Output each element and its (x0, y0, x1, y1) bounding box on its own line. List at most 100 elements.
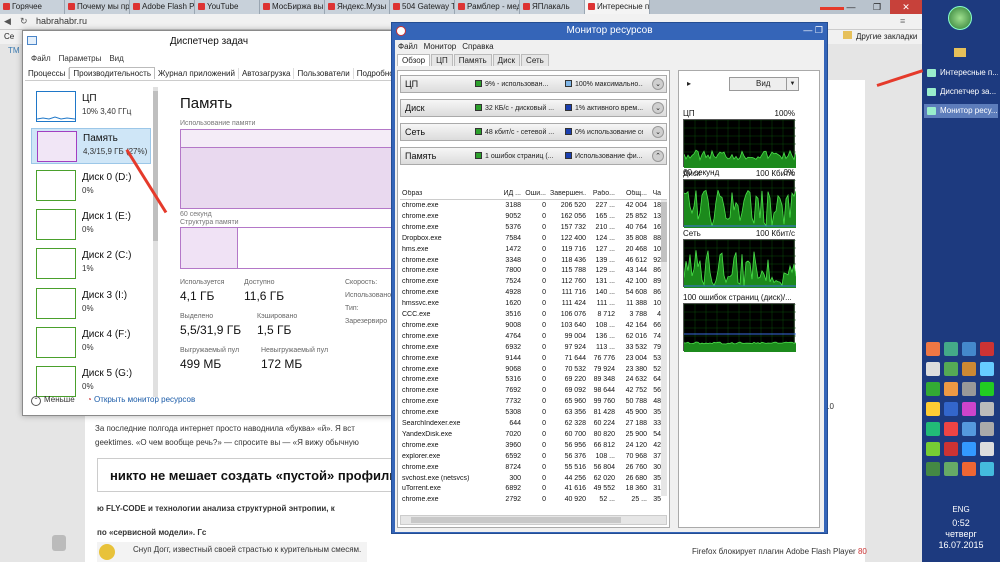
chevron-icon[interactable]: ⌃ (652, 150, 664, 162)
rm-section-header[interactable]: Память 1 ошибок страниц (... Использование… (400, 147, 667, 165)
tray-icon[interactable] (926, 462, 940, 476)
tray-icon[interactable] (926, 422, 940, 436)
rm-tab-1[interactable]: ЦП (431, 54, 453, 66)
browser-tab[interactable]: Интересные п (585, 0, 650, 14)
tray-icon[interactable] (962, 342, 976, 356)
browser-tab[interactable]: Почему мы пр (65, 0, 130, 14)
tray-icon[interactable] (926, 342, 940, 356)
table-row[interactable]: chrome.exe 8724 0 55 516 56 804 26 760 30 (400, 463, 661, 473)
tray-icon[interactable] (962, 362, 976, 376)
table-row[interactable]: chrome.exe 5316 0 69 220 89 348 24 632 64 (400, 375, 661, 385)
browser-tab[interactable]: МосБиржа вы (260, 0, 325, 14)
table-row[interactable]: CCC.exe 3516 0 106 076 8 712 3 788 4 (400, 310, 661, 320)
tray-icon[interactable] (962, 442, 976, 456)
table-row[interactable]: SearchIndexer.exe 644 0 62 328 60 224 27 188 3… (400, 419, 661, 429)
sidebar-note[interactable]: Firefox блокирует плагин Adobe Flash Pla… (692, 547, 867, 556)
perf-tile[interactable]: Диск 4 (F:) 0% (31, 325, 151, 361)
menu-view[interactable]: Вид (109, 54, 123, 63)
tray-icon[interactable] (980, 382, 994, 396)
rm-menu-help[interactable]: Справка (462, 42, 493, 51)
table-row[interactable]: chrome.exe 3348 0 118 436 139 ... 46 612 92 (400, 256, 661, 266)
column-header[interactable]: Ча (649, 190, 661, 197)
tray-icon[interactable] (980, 362, 994, 376)
tray-icon[interactable] (944, 402, 958, 416)
tray-icon[interactable] (980, 342, 994, 356)
taskbar-item[interactable]: Интересные п... (924, 66, 998, 80)
column-header[interactable]: Образ (402, 190, 492, 197)
rm-tab-4[interactable]: Сеть (521, 54, 549, 66)
table-row[interactable]: chrome.exe 3960 0 56 956 66 812 24 120 42 (400, 441, 661, 451)
menu-file[interactable]: Файл (31, 54, 51, 63)
browser-tab[interactable]: 504 Gateway T (390, 0, 455, 14)
browser-tab[interactable]: Яндекс.Музы (325, 0, 390, 14)
perf-tile[interactable]: ЦП 10% 3,40 ГГц (31, 89, 151, 125)
browser-tab[interactable]: ЯПлакаль (520, 0, 585, 14)
tray-icon[interactable] (962, 422, 976, 436)
bookmark-item[interactable]: Се (4, 32, 14, 41)
table-row[interactable]: chrome.exe 4764 0 99 004 136 ... 62 016 74 (400, 332, 661, 342)
back-icon[interactable]: ◀ (4, 16, 11, 27)
table-row[interactable]: chrome.exe 2792 0 40 920 52 ... 25 ... 35 (400, 495, 661, 505)
tray-icon[interactable] (944, 442, 958, 456)
table-row[interactable]: chrome.exe 6932 0 97 924 113 ... 33 532 79 (400, 343, 661, 353)
start-orb-icon[interactable] (948, 6, 972, 30)
clock[interactable]: 0:52 четверг 16.07.2015 (922, 518, 1000, 551)
perf-tile[interactable]: Диск 0 (D:) 0% (31, 168, 151, 204)
collapse-arrow-icon[interactable]: ▸ (687, 79, 697, 89)
table-row[interactable]: hms.exe 1472 0 119 716 127 ... 20 468 10 (400, 245, 661, 255)
table-row[interactable]: explorer.exe 6592 0 56 376 108 ... 70 968 37 (400, 452, 661, 462)
column-header[interactable]: Общ... (617, 190, 647, 197)
table-row[interactable]: YandexDisk.exe 7020 0 60 700 80 820 25 900 54 (400, 430, 661, 440)
table-row[interactable]: chrome.exe 7732 0 65 960 99 760 50 788 48 (400, 397, 661, 407)
tray-icon[interactable] (962, 402, 976, 416)
column-header[interactable]: Завершен... (550, 190, 586, 197)
view-dropdown[interactable]: Вид ▼ (729, 77, 799, 91)
tray-icon[interactable] (980, 402, 994, 416)
table-row[interactable]: chrome.exe 7524 0 112 760 131 ... 42 100 89 (400, 277, 661, 287)
tab-3[interactable]: Автозагрузка (239, 68, 295, 79)
browser-tab[interactable]: Горячее (0, 0, 65, 14)
rm-tab-2[interactable]: Память (453, 54, 492, 66)
taskbar-item[interactable]: Диспетчер за... (924, 85, 998, 99)
column-header[interactable]: Оши... (524, 190, 546, 197)
column-header[interactable]: Рабо... (589, 190, 615, 197)
table-row[interactable]: chrome.exe 9008 0 103 640 108 ... 42 164 66 (400, 321, 661, 331)
perf-tile[interactable]: Диск 1 (E:) 0% (31, 207, 151, 243)
table-row[interactable]: chrome.exe 9144 0 71 644 76 776 23 004 53 (400, 354, 661, 364)
tray-icon[interactable] (962, 462, 976, 476)
tray-icon[interactable] (944, 342, 958, 356)
table-row[interactable]: chrome.exe 9068 0 70 532 79 924 23 380 52 (400, 365, 661, 375)
table-row[interactable]: uTorrent.exe 6892 0 41 616 49 552 18 360 31 (400, 484, 661, 494)
rm-section-header[interactable]: Диск 32 КБ/с - дисковый ... 1% активного в… (400, 99, 667, 117)
taskbar-item[interactable]: Монитор ресу... (924, 104, 998, 118)
table-row[interactable]: chrome.exe 4928 0 111 716 140 ... 54 608 86 (400, 288, 661, 298)
tray-icon[interactable] (944, 362, 958, 376)
reload-icon[interactable]: ↻ (20, 16, 28, 27)
column-header[interactable]: ИД ... (495, 190, 521, 197)
maximize-button[interactable]: ❐ (864, 0, 890, 14)
tiles-scrollbar[interactable] (153, 87, 158, 397)
process-table-scrollbar[interactable] (661, 200, 667, 496)
table-row[interactable]: chrome.exe 5376 0 157 732 210 ... 40 764 16 (400, 223, 661, 233)
other-bookmarks[interactable]: Другие закладки (856, 32, 917, 41)
menu-icon[interactable]: ≡ (900, 16, 905, 26)
close-button[interactable]: ✕ (890, 0, 922, 14)
tab-2[interactable]: Журнал приложений (155, 68, 239, 79)
table-row[interactable]: Dropbox.exe 7584 0 122 400 124 ... 35 808 88 (400, 234, 661, 244)
rm-menu-file[interactable]: Файл (398, 42, 418, 51)
table-row[interactable]: chrome.exe 3188 0 206 520 227 ... 42 004 18 (400, 201, 661, 211)
tray-icon[interactable] (944, 382, 958, 396)
tray-icon[interactable] (980, 462, 994, 476)
rm-section-header[interactable]: ЦП 9% - использован... 100% максимально...… (400, 75, 667, 93)
menu-options[interactable]: Параметры (59, 54, 102, 63)
tray-icon[interactable] (926, 382, 940, 396)
tray-icon[interactable] (926, 442, 940, 456)
table-row[interactable]: chrome.exe 9052 0 162 056 165 ... 25 852 13 (400, 212, 661, 222)
tab-4[interactable]: Пользователи (294, 68, 354, 79)
perf-tile[interactable]: Диск 2 (C:) 1% (31, 246, 151, 282)
tray-icon[interactable] (944, 422, 958, 436)
table-row[interactable]: chrome.exe 5308 0 63 356 81 428 45 900 35 (400, 408, 661, 418)
rm-tab-3[interactable]: Диск (492, 54, 521, 66)
tab-5[interactable]: Подробно (354, 68, 395, 79)
tray-icon[interactable] (980, 442, 994, 456)
